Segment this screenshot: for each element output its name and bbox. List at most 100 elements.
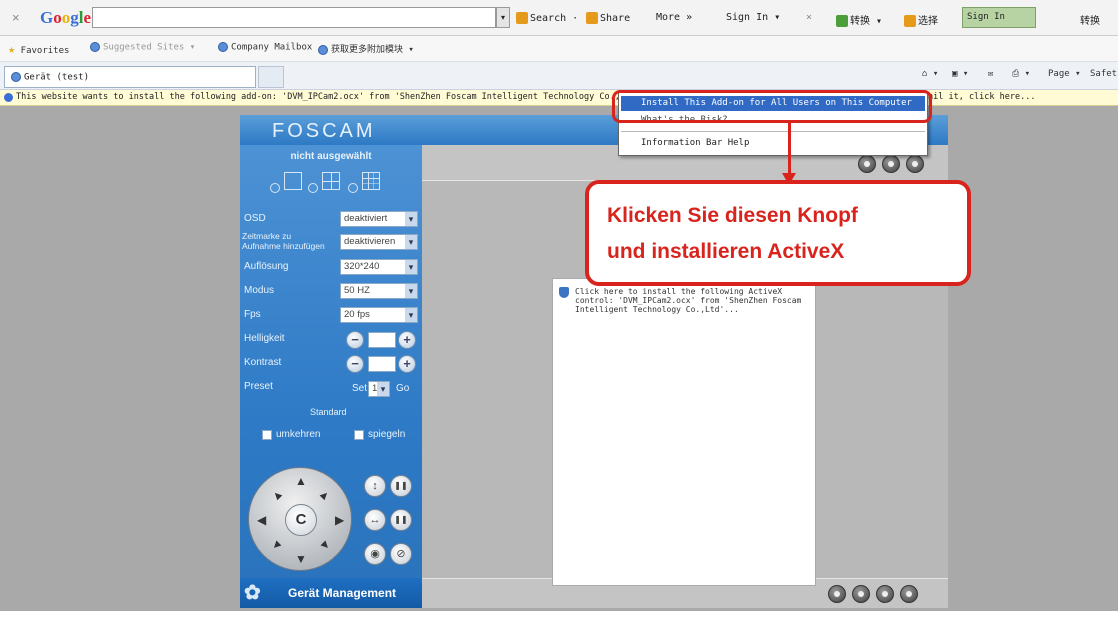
home-icon[interactable]: ⌂ ▾ xyxy=(922,69,938,79)
suggested-sites-link[interactable]: Suggested Sites ▾ xyxy=(90,42,195,53)
arrow-right-icon[interactable]: ▶ xyxy=(335,513,344,527)
print-icon[interactable]: ⎙ ▾ xyxy=(1012,69,1030,79)
star-icon: ★ xyxy=(8,42,16,56)
flip-label: umkehren xyxy=(276,429,321,440)
toolbar-close-icon[interactable]: × xyxy=(12,10,20,25)
arrow-up-left-icon[interactable]: ▲ xyxy=(268,486,286,504)
preset-select[interactable]: 1 xyxy=(368,381,390,397)
view-9-icon xyxy=(362,172,380,190)
highlight-outline xyxy=(612,90,932,123)
brightness-plus-button[interactable]: + xyxy=(398,331,416,349)
arrow-up-right-icon[interactable]: ▲ xyxy=(316,486,334,504)
ie-icon xyxy=(11,72,21,82)
safety-menu[interactable]: Safet xyxy=(1090,69,1117,79)
ie-icon xyxy=(218,42,228,52)
fps-select[interactable]: 20 fps xyxy=(340,307,418,323)
horizontal-stop-icon[interactable]: ❚❚ xyxy=(390,509,412,531)
sign-in-button[interactable]: Sign In ▾ xyxy=(726,12,780,23)
foscam-logo: FOSCAM xyxy=(272,120,376,142)
view-9-radio[interactable] xyxy=(348,183,358,193)
io-off-icon[interactable]: ⊘ xyxy=(390,543,412,565)
menu-separator xyxy=(621,131,925,132)
arrow-up-icon[interactable]: ▲ xyxy=(295,474,307,488)
new-tab-button[interactable] xyxy=(258,66,284,88)
tab-geraet[interactable]: Gerät (test) xyxy=(4,66,256,88)
view-1-icon xyxy=(284,172,302,190)
device-management-bar[interactable]: ✿ Gerät Management xyxy=(240,578,422,608)
favorites-button[interactable]: ★ Favorites xyxy=(8,42,69,56)
wrench-icon: ▾ xyxy=(774,12,781,23)
talk-icon[interactable] xyxy=(900,585,918,603)
view-4-icon xyxy=(322,172,340,190)
share-button[interactable]: Share xyxy=(586,12,630,24)
center-button[interactable]: C xyxy=(285,504,317,536)
ie-icon xyxy=(318,44,328,55)
search-dropdown-icon[interactable]: ▾ xyxy=(496,7,510,28)
device-management-label: Gerät Management xyxy=(288,586,397,600)
osd-label: OSD xyxy=(244,213,266,224)
shield-icon xyxy=(559,287,569,298)
toolbar-close2-icon[interactable]: × xyxy=(806,12,812,23)
green-sign-in-button[interactable]: Sign In xyxy=(962,7,1036,28)
standard-button[interactable]: Standard xyxy=(310,407,347,417)
activex-install-prompt[interactable]: Click here to install the following Acti… xyxy=(575,287,815,314)
audio-icon[interactable] xyxy=(876,585,894,603)
horizontal-patrol-icon[interactable]: ↔ xyxy=(364,509,386,531)
io-on-icon[interactable]: ◉ xyxy=(364,543,386,565)
callout-line-2: und installieren ActiveX xyxy=(607,240,845,263)
mail-icon[interactable]: ✉ xyxy=(988,69,993,79)
arrow-down-left-icon[interactable]: ▼ xyxy=(268,536,286,554)
information-bar[interactable]: This website wants to install the follow… xyxy=(0,90,1118,106)
preset-go-button[interactable]: Go xyxy=(396,383,409,394)
contrast-value-field[interactable] xyxy=(368,356,396,372)
arrow-down-right-icon[interactable]: ▼ xyxy=(316,536,334,554)
menu-item-info-bar-help[interactable]: Information Bar Help xyxy=(621,136,925,151)
vertical-patrol-icon[interactable]: ↕ xyxy=(364,475,386,497)
mode-label: Modus xyxy=(244,285,275,296)
page-menu[interactable]: Page ▾ xyxy=(1048,69,1081,79)
contrast-plus-button[interactable]: + xyxy=(398,355,416,373)
mirror-label: spiegeln xyxy=(368,429,406,440)
activex-placeholder[interactable]: Click here to install the following Acti… xyxy=(552,278,816,586)
information-bar-trailing[interactable]: ail it, click here... xyxy=(928,92,1035,102)
ie-icon xyxy=(90,42,100,52)
vertical-stop-icon[interactable]: ❚❚ xyxy=(390,475,412,497)
select-button[interactable]: 选择 xyxy=(904,12,938,27)
favorites-bar: ★ Favorites Suggested Sites ▾ Company Ma… xyxy=(0,36,1118,62)
flip-checkbox[interactable] xyxy=(262,430,272,440)
bottom-margin xyxy=(0,611,1118,620)
snapshot-icon[interactable] xyxy=(882,155,900,173)
feeds-icon[interactable]: ▣ ▾ xyxy=(952,69,968,79)
stop-icon[interactable] xyxy=(852,585,870,603)
arrow-left-icon[interactable]: ◀ xyxy=(257,513,266,527)
company-mailbox-link[interactable]: Company Mailbox xyxy=(218,42,312,53)
mirror-checkbox[interactable] xyxy=(354,430,364,440)
preset-label: Preset xyxy=(244,381,273,392)
pan-tilt-dpad[interactable]: ▲ ▼ ◀ ▶ ▲ ▲ ▼ ▼ C xyxy=(248,467,352,571)
fullscreen-icon[interactable] xyxy=(906,155,924,173)
record-icon[interactable] xyxy=(858,155,876,173)
resolution-select[interactable]: 320*240 xyxy=(340,259,418,275)
timestamp-label-line1: Zeitmarke zu xyxy=(242,231,292,241)
annotation-arrow-line xyxy=(788,123,791,177)
tab-bar: Gerät (test) ⌂ ▾ ▣ ▾ ✉ ⎙ ▾ Page ▾ Safet xyxy=(0,62,1118,90)
timestamp-select[interactable]: deaktivieren xyxy=(340,234,418,250)
contrast-label: Kontrast xyxy=(244,357,282,368)
convert-button[interactable]: 转换 ▾ xyxy=(836,12,882,27)
arrow-down-icon[interactable]: ▼ xyxy=(295,552,307,566)
view-4-radio[interactable] xyxy=(308,183,318,193)
preset-set-button[interactable]: Set xyxy=(352,383,367,394)
search-button[interactable]: Search · xyxy=(516,12,578,24)
play-icon[interactable] xyxy=(828,585,846,603)
more-button[interactable]: More » xyxy=(656,12,692,23)
view-1-radio[interactable] xyxy=(270,183,280,193)
contrast-minus-button[interactable]: − xyxy=(346,355,364,373)
mode-select[interactable]: 50 HZ xyxy=(340,283,418,299)
far-right-convert-button[interactable]: 转换 xyxy=(1080,12,1100,27)
brightness-minus-button[interactable]: − xyxy=(346,331,364,349)
google-search-input[interactable] xyxy=(92,7,496,28)
more-addons-link[interactable]: 获取更多附加模块 ▾ xyxy=(318,42,414,55)
osd-select[interactable]: deaktiviert xyxy=(340,211,418,227)
brightness-value-field[interactable] xyxy=(368,332,396,348)
information-bar-message[interactable]: This website wants to install the follow… xyxy=(16,92,640,102)
